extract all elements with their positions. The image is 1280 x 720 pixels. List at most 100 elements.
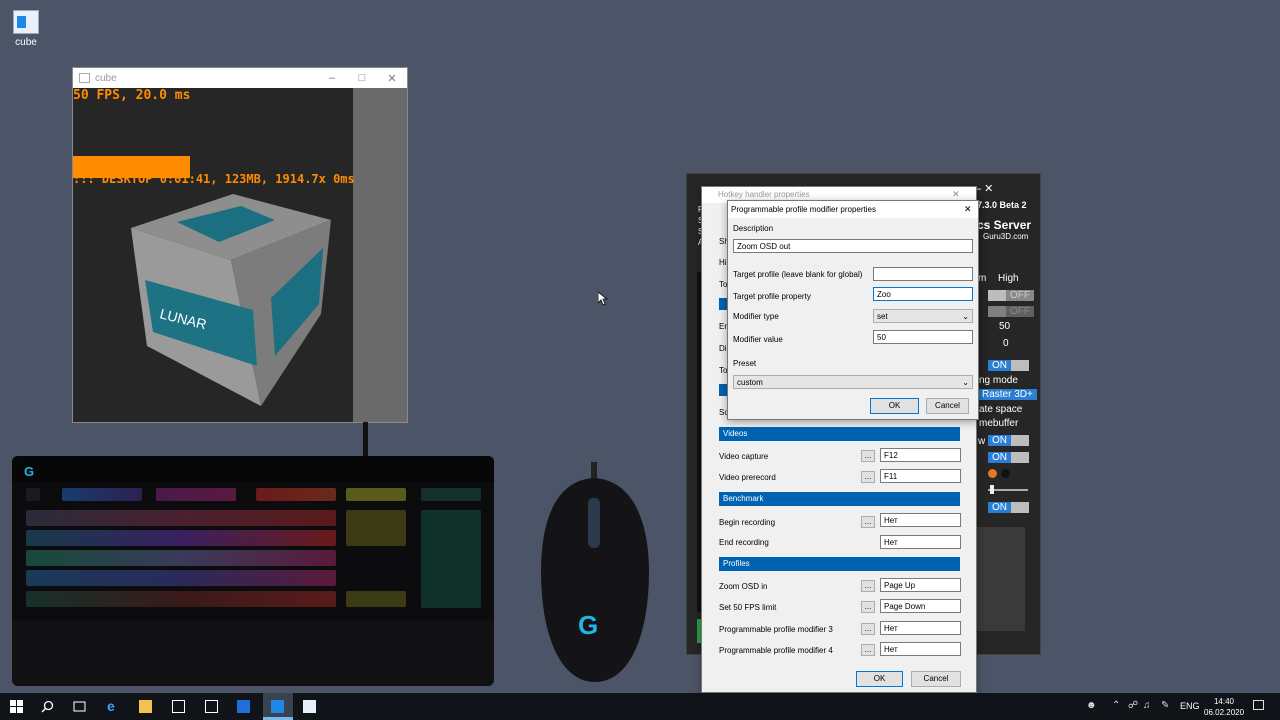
- keyboard-cable: [363, 422, 368, 458]
- rtss-site: Guru3D.com: [983, 232, 1029, 241]
- slider-track[interactable]: [988, 489, 1028, 491]
- close-icon[interactable]: ✕: [964, 204, 972, 215]
- preset-value: custom: [737, 378, 763, 387]
- modifier-value-field[interactable]: 50: [873, 330, 973, 344]
- section-benchmark: Benchmark: [719, 492, 960, 506]
- task-view-icon[interactable]: [73, 700, 86, 713]
- description-field[interactable]: Zoom OSD out: [733, 239, 973, 253]
- mouse-image: G: [541, 462, 649, 682]
- cube-titlebar[interactable]: cube – □ ✕: [73, 68, 407, 88]
- preset-select[interactable]: custom ⌄: [733, 375, 973, 389]
- section-videos: Videos: [719, 427, 960, 441]
- target-profile-label: Target profile (leave blank for global): [733, 270, 863, 279]
- target-profile-field[interactable]: [873, 267, 973, 281]
- cube-render-area: 50 FPS, 20.0 ms ::: DESKTOP 0:01:41, 123…: [73, 88, 355, 422]
- cube-app-icon[interactable]: [271, 700, 284, 713]
- volume-icon[interactable]: ♫: [1143, 700, 1151, 711]
- chevron-down-icon: ⌄: [962, 312, 969, 321]
- clock[interactable]: 14:40 06.02.2020: [1204, 696, 1244, 718]
- cube-window[interactable]: cube – □ ✕ 50 FPS, 20.0 ms ::: DESKTOP 0…: [72, 67, 408, 423]
- pen-icon[interactable]: ✎: [1161, 700, 1169, 711]
- close-icon[interactable]: ✕: [952, 189, 960, 200]
- maximize-icon[interactable]: □: [347, 72, 377, 85]
- modifier-ok-button[interactable]: OK: [870, 398, 919, 414]
- hotkey-ok-button[interactable]: OK: [856, 671, 903, 687]
- label-ate-space: ate space: [979, 404, 1023, 415]
- modifier-type-value: set: [877, 312, 888, 321]
- hotkey-field[interactable]: Page Up: [880, 578, 961, 592]
- mail-icon[interactable]: [205, 700, 218, 713]
- modifier-titlebar[interactable]: Programmable profile modifier properties…: [728, 201, 978, 218]
- col-high-label: High: [998, 273, 1019, 284]
- browse-button[interactable]: ...: [861, 644, 875, 656]
- color-dot-black[interactable]: [1001, 469, 1010, 478]
- rtss-server-title: cs Server: [977, 218, 1032, 232]
- app-window-icon: [13, 10, 39, 34]
- store-icon[interactable]: [172, 700, 185, 713]
- cube-window-title: cube: [95, 72, 117, 84]
- value-50[interactable]: 50: [999, 321, 1010, 332]
- toggle-on-4[interactable]: ON: [988, 502, 1029, 513]
- browse-button[interactable]: ...: [861, 450, 875, 462]
- target-property-field[interactable]: Zoo: [873, 287, 973, 301]
- modifier-cancel-button[interactable]: Cancel: [926, 398, 969, 414]
- osd-desktop-stats: ::: DESKTOP 0:01:41, 123MB, 1914.7x 0ms: [73, 172, 355, 186]
- hotkey-field[interactable]: Нет: [880, 535, 961, 549]
- file-explorer-icon[interactable]: [139, 700, 152, 713]
- notifications-icon[interactable]: [1253, 700, 1264, 710]
- row-label: Programmable profile modifier 4: [719, 646, 833, 655]
- modifier-dialog-title: Programmable profile modifier properties: [731, 205, 876, 214]
- rivatuner-icon[interactable]: [237, 700, 250, 713]
- lunarg-cube-graphic: LUNAR: [131, 194, 331, 406]
- hotkey-field[interactable]: F11: [880, 469, 961, 483]
- hotkey-field[interactable]: F12: [880, 448, 961, 462]
- row-label: Video prerecord: [719, 473, 776, 482]
- keyboard-top-strip: [12, 456, 494, 482]
- keyboard-keys: [26, 488, 486, 616]
- cube-window-taskbar-icon[interactable]: [303, 700, 316, 713]
- browse-button[interactable]: ...: [861, 601, 875, 613]
- desktop-icon-cube[interactable]: cube: [8, 8, 44, 48]
- color-dot-orange[interactable]: [988, 469, 997, 478]
- show-hidden-icons-chevron-icon[interactable]: ⌃: [1112, 700, 1120, 711]
- toggle-on-3[interactable]: ON: [988, 452, 1029, 463]
- browse-button[interactable]: ...: [861, 580, 875, 592]
- toggle-on-1[interactable]: ON: [988, 360, 1029, 371]
- hotkey-field[interactable]: Нет: [880, 513, 961, 527]
- palm-rest: [12, 620, 494, 686]
- close-icon[interactable]: ✕: [377, 72, 407, 85]
- svg-text:G: G: [578, 610, 598, 640]
- toggle-off-1[interactable]: OFF: [988, 290, 1034, 301]
- keyboard-image: G: [12, 456, 494, 686]
- search-icon[interactable]: [41, 700, 54, 713]
- preview-area: [977, 527, 1025, 631]
- value-0[interactable]: 0: [1003, 338, 1009, 349]
- browse-button[interactable]: ...: [861, 471, 875, 483]
- col-low-label: m: [978, 273, 987, 284]
- hotkey-field[interactable]: Page Down: [880, 599, 961, 613]
- slider-handle[interactable]: [990, 485, 994, 494]
- toggle-on-2[interactable]: ON: [988, 435, 1029, 446]
- toggle-off-2[interactable]: OFF: [988, 306, 1034, 317]
- network-icon[interactable]: ☍: [1128, 700, 1138, 711]
- row-label: Set 50 FPS limit: [719, 603, 777, 612]
- minimize-icon[interactable]: – ✕: [975, 182, 993, 195]
- people-icon[interactable]: ☻: [1086, 700, 1097, 711]
- hotkey-cancel-button[interactable]: Cancel: [911, 671, 961, 687]
- language-indicator[interactable]: ENG: [1180, 701, 1200, 711]
- logitech-g-logo-icon: G: [24, 464, 35, 479]
- hotkey-dialog-title: Hotkey handler properties: [718, 190, 810, 199]
- browse-button[interactable]: ...: [861, 516, 875, 528]
- hotkey-field[interactable]: Нет: [880, 621, 961, 635]
- clock-time: 14:40: [1213, 697, 1235, 706]
- edge-browser-icon[interactable]: e: [107, 699, 120, 713]
- hotkey-field[interactable]: Нет: [880, 642, 961, 656]
- section-profiles: Profiles: [719, 557, 960, 571]
- start-windows-icon[interactable]: [10, 700, 23, 713]
- raster-3d-select[interactable]: Raster 3D+: [978, 389, 1037, 400]
- minimize-icon[interactable]: –: [317, 72, 347, 85]
- modifier-dialog[interactable]: Programmable profile modifier properties…: [727, 200, 979, 420]
- modifier-type-select[interactable]: set ⌄: [873, 309, 973, 323]
- row-label: Video capture: [719, 452, 769, 461]
- browse-button[interactable]: ...: [861, 623, 875, 635]
